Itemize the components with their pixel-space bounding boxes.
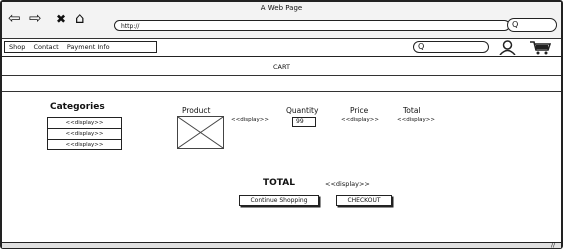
resize-handle-icon[interactable]: ∕∕ (551, 243, 555, 249)
search-icon: Q (418, 42, 425, 51)
forward-arrow-icon[interactable]: ⇨ (29, 11, 42, 26)
back-arrow-icon[interactable]: ⇦ (8, 11, 21, 26)
cart-icon[interactable] (529, 40, 551, 55)
categories-heading: Categories (50, 102, 105, 112)
column-header-quantity: Quantity (286, 106, 319, 115)
browser-chrome: A Web Page ⇦ ⇨ ✖ ⌂ http:// Q (2, 2, 561, 39)
site-search-input[interactable]: Q (413, 41, 489, 53)
category-item[interactable]: <<display>> (48, 118, 121, 129)
site-nav: Shop Contact Payment Info (4, 41, 157, 53)
divider (2, 91, 561, 92)
cart-total-label: TOTAL (263, 178, 295, 188)
site-menubar: Shop Contact Payment Info Q (2, 39, 561, 57)
continue-shopping-button[interactable]: Continue Shopping (239, 195, 319, 206)
browser-window: A Web Page ⇦ ⇨ ✖ ⌂ http:// Q Shop Contac… (0, 0, 563, 249)
page-title: CART (273, 63, 290, 71)
user-icon[interactable] (499, 40, 516, 55)
column-header-total: Total (403, 106, 421, 115)
window-title: A Web Page (260, 4, 303, 12)
home-icon[interactable]: ⌂ (75, 11, 85, 26)
nav-payment-info[interactable]: Payment Info (67, 43, 110, 51)
close-icon[interactable]: ✖ (56, 12, 66, 27)
total-value: <<display>> (397, 117, 435, 123)
column-header-product: Product (182, 106, 211, 115)
search-icon: Q (512, 20, 519, 29)
column-header-price: Price (350, 106, 369, 115)
categories-list: <<display>> <<display>> <<display>> (47, 117, 122, 150)
nav-contact[interactable]: Contact (33, 43, 58, 51)
nav-shop[interactable]: Shop (9, 43, 25, 51)
category-item[interactable]: <<display>> (48, 140, 121, 151)
product-image-placeholder-icon (177, 116, 224, 149)
checkout-button[interactable]: CHECKOUT (336, 195, 392, 206)
url-field[interactable]: http:// (114, 20, 510, 31)
status-bar (2, 242, 561, 248)
divider (2, 75, 561, 76)
browser-search-field[interactable]: Q (507, 18, 557, 32)
category-item[interactable]: <<display>> (48, 129, 121, 140)
quantity-field[interactable]: 99 (292, 117, 316, 127)
product-name: <<display>> (231, 117, 269, 123)
price-value: <<display>> (341, 117, 379, 123)
cart-total-value: <<display>> (325, 180, 370, 188)
